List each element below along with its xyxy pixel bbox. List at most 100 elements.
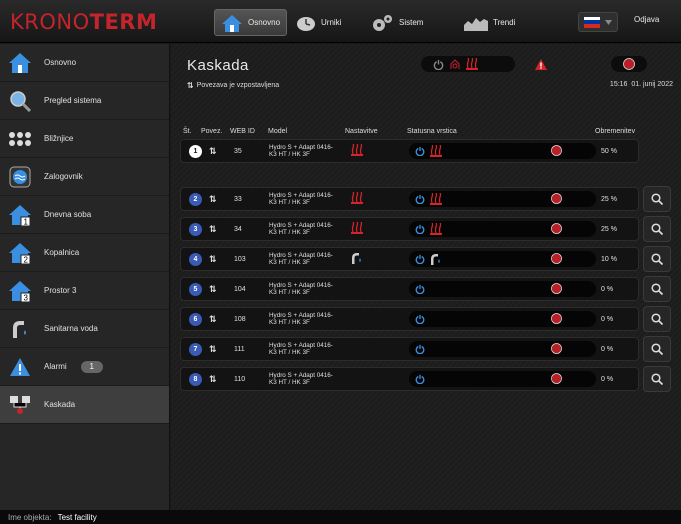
sidebar-item-alarmi[interactable]: Alarmi 1	[0, 348, 169, 386]
alarm-count-badge: 1	[80, 360, 103, 373]
cascade-row: 5 ⇅ 104 Hydro S + Adapt 0416- K3 HT / HK …	[180, 277, 639, 301]
model: Hydro S + Adapt 0416- K3 HT / HK 3F	[269, 222, 333, 236]
settings-indicator	[351, 191, 363, 206]
row-number: 4	[189, 252, 202, 266]
sidebar-item-sanitarna-voda[interactable]: Sanitarna voda	[0, 310, 169, 348]
heating-icon	[466, 58, 478, 70]
nav-sistem[interactable]: Sistem	[364, 9, 429, 36]
load-value: 10 %	[601, 255, 617, 263]
row-number: 5	[189, 282, 202, 296]
sidebar-item-kaskada[interactable]: Kaskada	[0, 386, 169, 424]
sidebar-item-prostor-3[interactable]: 3 Prostor 3	[0, 272, 169, 310]
power-icon	[415, 284, 425, 294]
gears-icon	[373, 14, 392, 31]
cascade-row: 1 ⇅ 35 Hydro S + Adapt 0416- K3 HT / HK 3…	[180, 139, 639, 163]
row-search-button[interactable]	[643, 246, 671, 272]
stop-icon	[551, 252, 562, 264]
logout-button[interactable]: Odjava	[634, 15, 659, 24]
page-title: Kaskada	[187, 57, 249, 74]
heating-icon	[351, 191, 363, 204]
nav-trendi[interactable]: Trendi	[458, 9, 521, 36]
slovenia-flag-icon	[584, 16, 601, 28]
status-bar	[409, 143, 596, 159]
cascade-row: 8 ⇅ 110 Hydro S + Adapt 0416- K3 HT / HK …	[180, 367, 639, 391]
tap-icon	[8, 317, 32, 341]
cascade-icon	[8, 393, 32, 417]
nav-osnovno[interactable]: Osnovno	[214, 9, 288, 36]
load-value: 50 %	[601, 147, 617, 155]
connection-arrows-icon: ⇅	[209, 253, 217, 264]
load-value: 25 %	[601, 225, 617, 233]
row-search-button[interactable]	[643, 366, 671, 392]
home-icon	[8, 51, 32, 75]
sidebar-item-osnovno[interactable]: Osnovno	[0, 44, 169, 82]
stop-indicator	[551, 252, 562, 266]
stop-indicator	[551, 222, 562, 236]
power-icon	[415, 224, 425, 234]
stop-indicator	[551, 282, 562, 296]
row-number: 7	[189, 342, 202, 356]
home-icon	[222, 14, 242, 32]
stop-icon	[623, 58, 635, 70]
power-icon	[433, 59, 444, 70]
load-value: 0 %	[601, 285, 614, 293]
stop-indicator	[551, 192, 562, 206]
nav-urniki[interactable]: Urniki	[290, 9, 347, 36]
cascade-row: 7 ⇅ 111 Hydro S + Adapt 0416- K3 HT / HK …	[180, 337, 639, 361]
search-icon	[651, 373, 663, 385]
search-icon	[651, 223, 663, 235]
stop-indicator	[551, 372, 562, 386]
model: Hydro S + Adapt 0416- K3 HT / HK 3F	[269, 252, 333, 266]
web-id: 33	[234, 195, 242, 203]
heating-icon	[351, 221, 363, 234]
connection-arrows-icon: ⇅	[209, 373, 217, 384]
sidebar-item-zalogovnik[interactable]: Zalogovnik	[0, 158, 169, 196]
status-bar	[409, 281, 596, 297]
column-header-povez: Povez.	[201, 128, 223, 135]
sidebar-item-bliznjice[interactable]: Bližnjice	[0, 120, 169, 158]
load-value: 0 %	[601, 375, 614, 383]
model: Hydro S + Adapt 0416- K3 HT / HK 3F	[269, 144, 333, 158]
language-selector[interactable]	[578, 12, 618, 32]
search-icon	[651, 283, 663, 295]
system-status-bar	[421, 56, 515, 72]
connection-status: ⇅ Povezava je vzpostavljena	[187, 81, 280, 90]
column-header-st: Št.	[183, 128, 192, 135]
sidebar-item-kopalnica[interactable]: 2 Kopalnica	[0, 234, 169, 272]
row-search-button[interactable]	[643, 216, 671, 242]
row-search-button[interactable]	[643, 336, 671, 362]
heating-icon	[430, 193, 442, 205]
web-id: 103	[234, 255, 246, 263]
row-search-button[interactable]	[643, 276, 671, 302]
row-search-button[interactable]	[643, 186, 671, 212]
status-bar	[409, 371, 596, 387]
alarm-icon	[8, 355, 32, 379]
sidebar-item-dnevna-soba[interactable]: 1 Dnevna soba	[0, 196, 169, 234]
web-id: 34	[234, 225, 242, 233]
heating-icon	[430, 223, 442, 235]
row-number: 6	[189, 312, 202, 326]
stop-icon	[551, 312, 562, 324]
load-value: 0 %	[601, 345, 614, 353]
heat-pump-icon	[450, 59, 460, 69]
cascade-row: 3 ⇅ 34 Hydro S + Adapt 0416- K3 HT / HK 3…	[180, 217, 639, 241]
connection-arrows-icon: ⇅	[209, 343, 217, 354]
status-bar	[409, 311, 596, 327]
row-number: 8	[189, 372, 202, 386]
power-icon	[415, 314, 425, 324]
model: Hydro S + Adapt 0416- K3 HT / HK 3F	[269, 342, 333, 356]
settings-indicator	[351, 252, 362, 266]
sidebar-item-pregled-sistema[interactable]: Pregled sistema	[0, 82, 169, 120]
row-search-button[interactable]	[643, 306, 671, 332]
room-3-icon: 3	[8, 279, 32, 303]
web-id: 104	[234, 285, 246, 293]
column-header-webid: WEB ID	[230, 128, 255, 135]
model: Hydro S + Adapt 0416- K3 HT / HK 3F	[269, 312, 333, 326]
datetime: 15:16 01. junij 2022	[609, 81, 673, 88]
alarm-warning-icon[interactable]	[535, 59, 547, 70]
web-id: 35	[234, 147, 242, 155]
heating-icon	[351, 143, 363, 156]
status-bar	[409, 251, 596, 267]
stop-icon	[551, 192, 562, 204]
connection-arrows-icon: ⇅	[209, 223, 217, 234]
